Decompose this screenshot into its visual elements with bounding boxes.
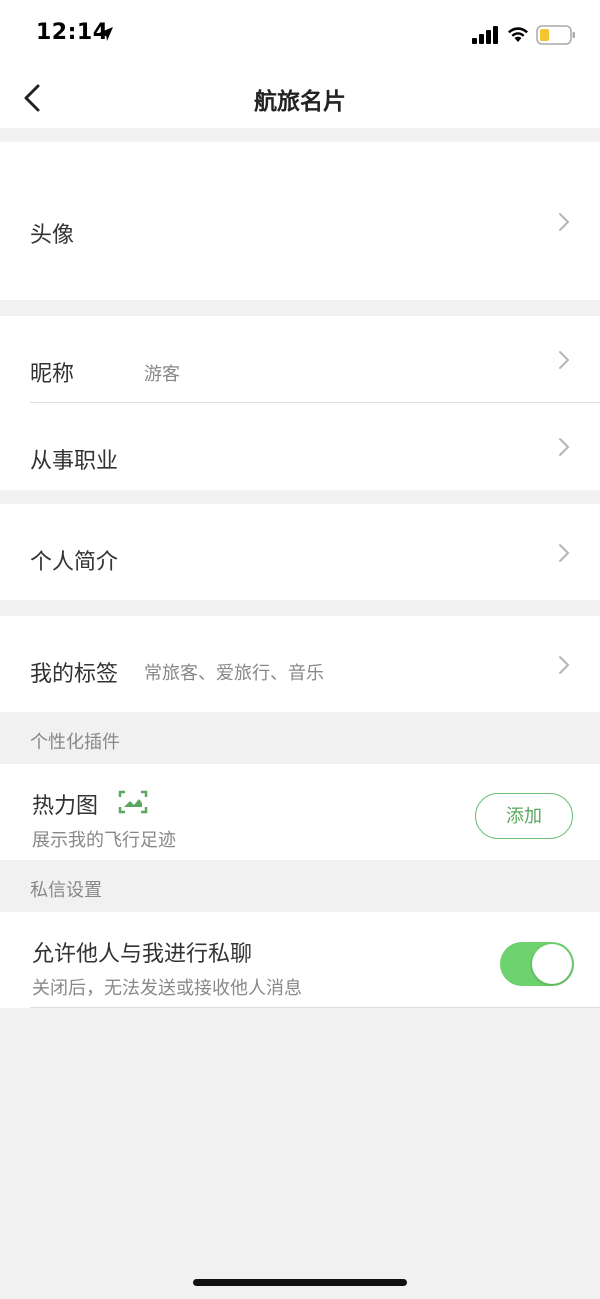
- toggle-knob: [532, 944, 572, 984]
- bio-label: 个人简介: [30, 550, 119, 575]
- tags-row[interactable]: 我的标签 常旅客、爱旅行、音乐: [0, 616, 600, 712]
- avatar-group: 头像: [0, 142, 600, 300]
- chevron-right-icon: [559, 544, 570, 562]
- allow-chat-title: 允许他人与我进行私聊: [32, 942, 253, 967]
- battery-icon: [536, 25, 575, 45]
- section-header-plugins: 个性化插件: [30, 732, 120, 753]
- heatmap-icon: [118, 790, 148, 814]
- occupation-row[interactable]: 从事职业: [0, 403, 600, 490]
- tags-value: 常旅客、爱旅行、音乐: [144, 663, 324, 684]
- wifi-icon: [508, 27, 528, 42]
- page-title: 航旅名片: [254, 89, 346, 115]
- bio-row[interactable]: 个人简介: [0, 504, 600, 600]
- tags-group: 我的标签 常旅客、爱旅行、音乐: [0, 616, 600, 712]
- location-arrow-icon: [99, 27, 113, 41]
- heatmap-subtitle: 展示我的飞行足迹: [32, 830, 176, 851]
- row-divider: [30, 1007, 600, 1008]
- home-indicator[interactable]: [193, 1279, 407, 1286]
- occupation-label: 从事职业: [30, 449, 119, 474]
- chevron-right-icon: [559, 351, 570, 369]
- allow-chat-subtitle: 关闭后，无法发送或接收他人消息: [32, 978, 302, 999]
- tags-label: 我的标签: [30, 662, 119, 687]
- nickname-row[interactable]: 昵称 游客: [0, 316, 600, 402]
- basic-info-group: 昵称 游客 从事职业: [0, 316, 600, 490]
- chevron-right-icon: [559, 213, 570, 231]
- heatmap-title: 热力图: [32, 794, 99, 819]
- chevron-right-icon: [559, 656, 570, 674]
- cellular-signal-icon: [472, 26, 498, 44]
- nickname-value: 游客: [144, 364, 180, 385]
- avatar-row[interactable]: 头像: [0, 142, 600, 300]
- navigation-bar: 航旅名片: [0, 70, 600, 128]
- add-heatmap-button[interactable]: 添加: [475, 793, 573, 839]
- status-bar: 12:14: [0, 0, 600, 70]
- allow-chat-toggle[interactable]: [500, 942, 574, 986]
- chevron-right-icon: [559, 438, 570, 456]
- nickname-label: 昵称: [30, 362, 75, 387]
- bio-group: 个人简介: [0, 504, 600, 600]
- avatar-label: 头像: [30, 223, 75, 248]
- section-header-privacy: 私信设置: [30, 880, 102, 901]
